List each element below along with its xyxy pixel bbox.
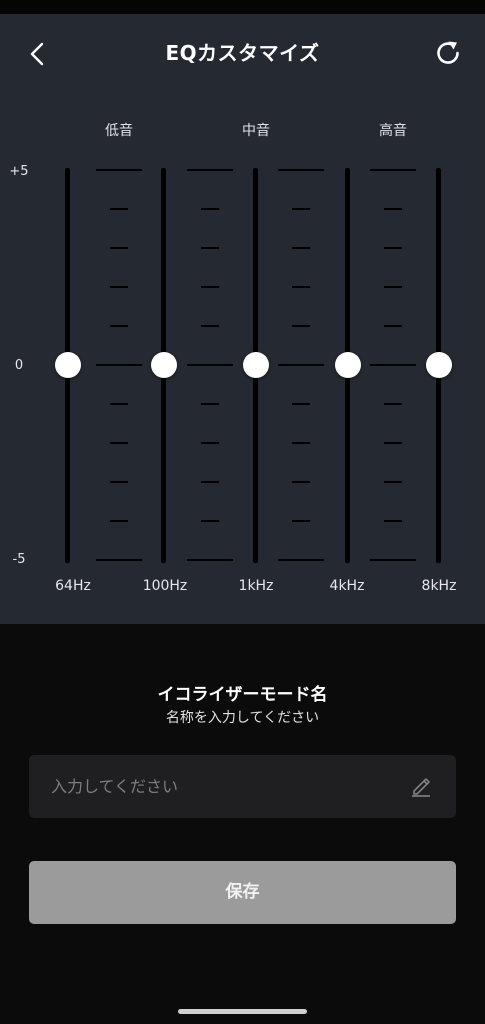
slider-knob-1khz[interactable] [242, 352, 269, 378]
mode-name-input[interactable] [29, 755, 389, 818]
freq-label-1khz: 1kHz [238, 578, 274, 594]
eq-scale-ticks [96, 169, 416, 561]
mode-name-subtitle: 名称を入力してください [165, 710, 320, 726]
mode-name-title: イコライザーモード名 [157, 685, 328, 705]
slider-knob-100hz[interactable] [150, 352, 177, 378]
freq-label-100hz: 100Hz [142, 578, 188, 594]
save-button[interactable]: 保存 [29, 861, 456, 924]
slider-knob-64hz[interactable] [54, 352, 81, 378]
slider-knob-4khz[interactable] [334, 352, 361, 378]
home-indicator [178, 1009, 307, 1014]
pencil-icon[interactable] [410, 775, 432, 797]
slider-knob-8khz[interactable] [425, 352, 452, 378]
freq-label-4khz: 4kHz [329, 578, 365, 594]
freq-label-64hz: 64Hz [55, 578, 91, 594]
freq-label-8khz: 8kHz [421, 578, 457, 594]
mode-name-field [29, 755, 456, 818]
